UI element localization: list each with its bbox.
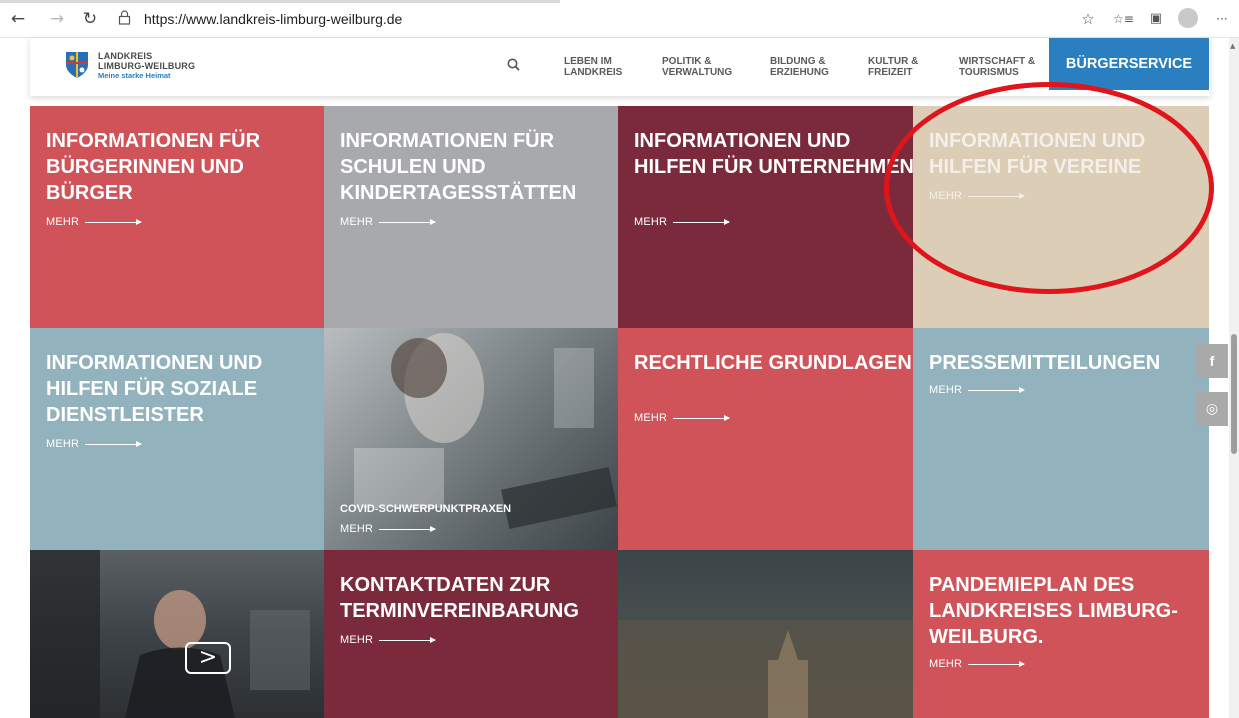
nav-label-line: ERZIEHUNG [770,67,829,78]
tile-pressemitteilungen[interactable]: PRESSEMITTEILUNGEN MEHR [913,328,1209,550]
tile-title: INFORMATIONEN UND HILFEN FÜR VEREINE [929,130,1146,178]
more-link[interactable]: MEHR [929,384,1026,396]
nav-wirtschaft-tourismus[interactable]: WIRTSCHAFT & TOURISMUS [959,56,1035,78]
arrow-right-icon [968,192,1026,199]
tile-soziale-dienstleister[interactable]: INFORMATIONEN UND HILFEN FÜR SOZIALE DIE… [30,328,324,550]
nav-label-line: VERWALTUNG [662,67,733,78]
more-label: MEHR [340,634,374,646]
more-link[interactable]: MEHR [46,438,143,450]
more-link[interactable]: MEHR [634,412,731,424]
tile-title: INFORMATIONEN UND HILFEN FÜR UNTERNEHMEN [634,130,913,178]
more-link[interactable]: MEHR [634,216,731,228]
more-label: MEHR [929,384,963,396]
nav-label-line: LEBEN IM [564,56,612,67]
nav-leben-im-landkreis[interactable]: LEBEN IM LANDKREIS [564,56,622,78]
more-link[interactable]: MEHR [340,523,437,535]
buergerservice-button[interactable]: BÜRGERSERVICE [1049,38,1209,90]
play-icon[interactable]: > [185,642,231,674]
nav-bildung-erziehung[interactable]: BILDUNG & ERZIEHUNG [770,56,829,78]
facebook-icon[interactable]: f [1196,344,1228,378]
arrow-right-icon [85,440,143,447]
nav-label-line: KULTUR & [868,56,919,67]
arrow-right-icon [968,660,1026,667]
more-label: MEHR [634,216,668,228]
tile-title: COVID-SCHWERPUNKTPRAXEN [340,503,512,515]
reload-icon[interactable]: ↻ [80,9,100,29]
more-label: MEHR [340,216,374,228]
more-label: MEHR [46,216,80,228]
more-label: MEHR [340,523,374,535]
tile-unternehmen[interactable]: INFORMATIONEN UND HILFEN FÜR UNTERNEHMEN… [618,106,913,328]
tile-city-photo[interactable] [618,550,913,718]
tile-schulen[interactable]: INFORMATIONEN FÜR SCHULEN UND KINDERTAGE… [324,106,618,328]
tile-covid-schwerpunktpraxen[interactable]: COVID-SCHWERPUNKTPRAXEN MEHR [324,328,618,550]
brand-line-1: LANDKREIS [98,51,153,61]
nav-kultur-freizeit[interactable]: KULTUR & FREIZEIT [868,56,918,78]
more-link[interactable]: MEHR [929,658,1026,670]
more-label: MEHR [634,412,668,424]
more-link[interactable]: MEHR [929,190,1026,202]
favorite-star-icon[interactable]: ☆ [1078,9,1098,29]
collections-icon[interactable]: ▣ [1146,9,1166,29]
more-menu-icon[interactable]: ··· [1212,9,1232,29]
profile-avatar[interactable] [1178,8,1198,28]
tile-pandemieplan[interactable]: PANDEMIEPLAN DES LANDKREISES LIMBURG-WEI… [913,550,1209,718]
nav-label-line: BILDUNG & [770,56,826,67]
nav-label-line: LANDKREIS [564,67,623,78]
tile-title: KONTAKTDATEN ZUR TERMINVEREINBARUNG [340,574,579,622]
tile-buerger[interactable]: INFORMATIONEN FÜR BÜRGERINNEN UND BÜRGER… [30,106,324,328]
more-link[interactable]: MEHR [340,634,437,646]
arrow-right-icon [968,386,1026,393]
scrollbar-thumb[interactable] [1231,334,1237,454]
page-load-progress [0,0,560,3]
scroll-up-icon[interactable]: ▲ [1230,42,1238,50]
address-bar[interactable]: https://www.landkreis-limburg-weilburg.d… [144,10,402,28]
tile-title: INFORMATIONEN FÜR BÜRGERINNEN UND BÜRGER [46,130,261,204]
tile-video[interactable]: > [30,550,324,718]
nav-label-line: FREIZEIT [868,67,913,78]
nav-label-line: POLITIK & [662,56,712,67]
nav-politik-verwaltung[interactable]: POLITIK & VERWALTUNG [662,56,732,78]
brand-line-2: LIMBURG-WEILBURG [98,61,196,71]
video-thumbnail [30,550,310,718]
arrow-right-icon [673,414,731,421]
tile-title: PRESSEMITTEILUNGEN [929,352,1161,374]
site-header: LANDKREIS LIMBURG-WEILBURG Meine starke … [30,38,1210,96]
arrow-right-icon [673,218,731,225]
arrow-right-icon [379,636,437,643]
tile-kontaktdaten[interactable]: KONTAKTDATEN ZUR TERMINVEREINBARUNG MEHR [324,550,618,718]
arrow-right-icon [379,218,437,225]
browser-toolbar: ← → ↻ https://www.landkreis-limburg-weil… [0,0,1239,38]
more-label: MEHR [46,438,80,450]
lab-photo [354,333,617,529]
brand-tagline: Meine starke Heimat [98,71,171,80]
lock-icon[interactable] [118,10,134,28]
tile-vereine[interactable]: INFORMATIONEN UND HILFEN FÜR VEREINE MEH… [913,106,1209,328]
back-icon[interactable]: ← [8,9,28,29]
coat-of-arms-logo[interactable] [64,50,90,80]
tile-title: RECHTLICHE GRUNDLAGEN [634,352,912,374]
forward-icon[interactable]: → [47,9,67,29]
tile-title: INFORMATIONEN FÜR SCHULEN UND KINDERTAGE… [340,130,577,204]
nav-label-line: WIRTSCHAFT & [959,56,1036,67]
instagram-icon[interactable]: ◎ [1196,392,1228,426]
nav-label-line: TOURISMUS [959,67,1019,78]
tile-rechtliche-grundlagen[interactable]: RECHTLICHE GRUNDLAGEN MEHR [618,328,913,550]
more-label: MEHR [929,190,963,202]
arrow-right-icon [379,525,437,532]
more-link[interactable]: MEHR [340,216,437,228]
brand-wordmark[interactable]: LANDKREIS LIMBURG-WEILBURG Meine starke … [98,51,195,81]
arrow-right-icon [85,218,143,225]
search-icon[interactable] [506,57,524,75]
more-link[interactable]: MEHR [46,216,143,228]
city-aerial-photo [618,620,913,718]
more-label: MEHR [929,658,963,670]
favorites-list-icon[interactable]: ☆≡ [1113,9,1134,29]
tile-title: PANDEMIEPLAN DES LANDKREISES LIMBURG-WEI… [929,574,1178,648]
tile-title: INFORMATIONEN UND HILFEN FÜR SOZIALE DIE… [46,352,263,426]
